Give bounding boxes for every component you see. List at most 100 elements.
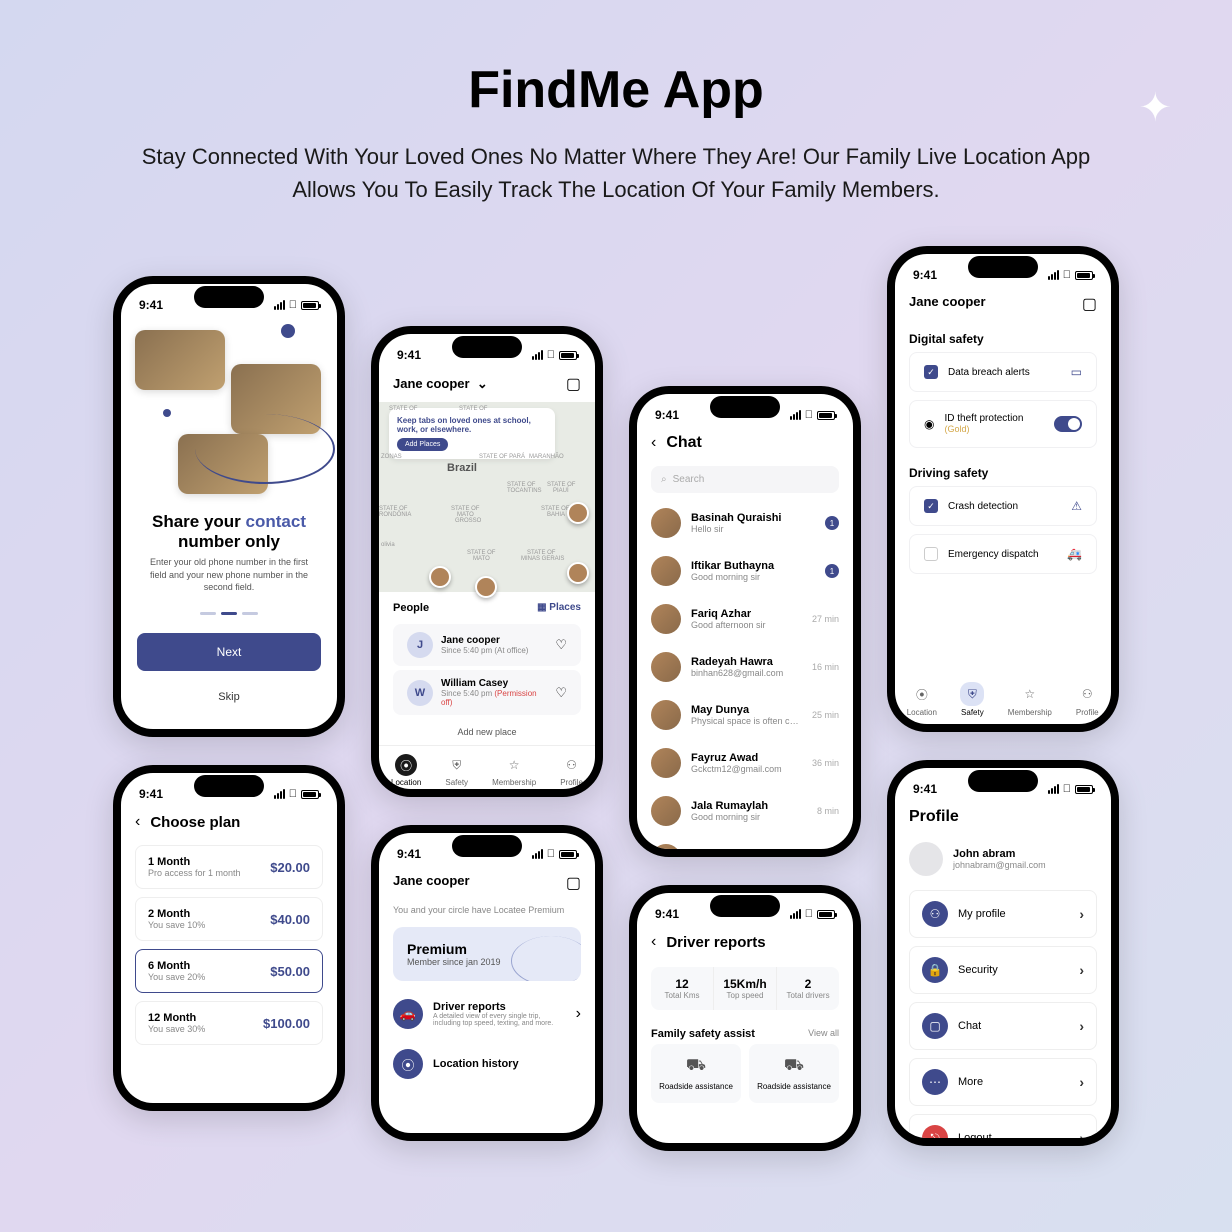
person-row[interactable]: WWilliam CaseySince 5:40 pm (Permission …: [393, 670, 581, 715]
safety-row[interactable]: Emergency dispatch🚑: [909, 534, 1097, 574]
places-tab[interactable]: ▦ Places: [537, 602, 581, 614]
map-tip: Keep tabs on loved ones at school, work,…: [389, 408, 555, 459]
back-icon[interactable]: ‹: [651, 434, 656, 452]
chat-row[interactable]: Jala RumaylahGood morning sir8 min: [637, 787, 853, 835]
favorite-icon[interactable]: ♡: [555, 685, 567, 701]
chat-row[interactable]: Radeyah Hawrabinhan628@gmail.com16 min: [637, 643, 853, 691]
next-button[interactable]: Next: [137, 633, 321, 671]
menu-security[interactable]: 🔒Security›: [909, 946, 1097, 994]
map-pin-avatar[interactable]: [567, 562, 589, 584]
battery-icon: [301, 301, 319, 310]
back-icon[interactable]: ‹: [651, 933, 656, 951]
nav-safety[interactable]: ⛨Safety: [960, 682, 984, 717]
nav-membership[interactable]: ☆Membership: [492, 754, 536, 787]
checkbox-icon[interactable]: ✓: [924, 499, 938, 513]
phone-location: 9:41􀙇 Jane cooper ⌄▢ Keep tabs on loved …: [371, 326, 603, 797]
chat-icon[interactable]: ▢: [566, 374, 581, 394]
person-row[interactable]: JJane cooperSince 5:40 pm (At office)♡: [393, 624, 581, 666]
laptop-icon: ▭: [1071, 365, 1082, 379]
plan-option[interactable]: 2 MonthYou save 10%$40.00: [135, 897, 323, 941]
screen-title: Choose plan: [150, 814, 240, 831]
checkbox-icon[interactable]: [924, 547, 938, 561]
chevron-right-icon: ›: [1079, 1130, 1084, 1138]
safety-row[interactable]: ◉ID theft protection (Gold): [909, 400, 1097, 448]
plan-option[interactable]: 1 MonthPro access for 1 month$20.00: [135, 845, 323, 889]
menu-driver-reports[interactable]: 🚗Driver reportsA detailed view of every …: [379, 989, 595, 1039]
map-pin-avatar[interactable]: [475, 576, 497, 598]
chat-icon[interactable]: ▢: [1082, 294, 1097, 314]
search-icon: ⌕: [661, 474, 667, 485]
tow-icon: ⛟: [659, 1056, 733, 1076]
avatar: [909, 842, 943, 876]
menu-chat[interactable]: ▢Chat›: [909, 1002, 1097, 1050]
pager-dots: [121, 612, 337, 615]
add-places-button[interactable]: Add Places: [397, 438, 448, 451]
hero-photo: [135, 330, 225, 390]
map-pin-avatar[interactable]: [567, 502, 589, 524]
chat-row[interactable]: Layth Khalifah27 min: [637, 835, 853, 849]
user-name: Jane cooper: [393, 873, 470, 893]
checkbox-icon[interactable]: ✓: [924, 365, 938, 379]
nav-location[interactable]: ⦿Location: [391, 754, 421, 787]
toggle[interactable]: [1054, 416, 1082, 432]
nav-membership[interactable]: ☆Membership: [1008, 682, 1052, 717]
fingerprint-icon: ◉: [924, 417, 934, 431]
nav-safety[interactable]: ⛨Safety: [445, 754, 468, 787]
page-subtitle: Stay Connected With Your Loved Ones No M…: [136, 140, 1096, 206]
favorite-icon[interactable]: ♡: [555, 637, 567, 653]
signal-icon: [274, 300, 285, 310]
screen-title: Profile: [895, 800, 1111, 834]
phone-profile: 9:41􀙇 Profile John abramjohnabram@gmail.…: [887, 760, 1119, 1146]
add-place-button[interactable]: Add new place: [379, 719, 595, 745]
map[interactable]: Keep tabs on loved ones at school, work,…: [379, 402, 595, 592]
phone-onboarding: 9:41􀙇 Share your contact number only Ent…: [113, 276, 345, 737]
back-icon[interactable]: ‹: [135, 813, 140, 831]
safety-row[interactable]: ✓Crash detection⚠: [909, 486, 1097, 526]
chevron-right-icon: ›: [1079, 1018, 1084, 1034]
search-input[interactable]: ⌕Search: [651, 466, 839, 493]
user-header: John abramjohnabram@gmail.com: [895, 834, 1111, 890]
chat-icon: ▢: [922, 1013, 948, 1039]
assist-card[interactable]: ⛟Roadside assistance: [651, 1044, 741, 1103]
nav-profile[interactable]: ⚇Profile: [560, 754, 583, 787]
stats-row: 12Total Kms 15Km/hTop speed 2Total drive…: [651, 967, 839, 1010]
user-name[interactable]: Jane cooper ⌄: [393, 376, 488, 392]
menu-logout[interactable]: ⎋Logout›: [909, 1114, 1097, 1138]
nav-location[interactable]: ⦿Location: [907, 682, 937, 717]
phone-driver-reports: 9:41􀙇 ‹Driver reports 12Total Kms 15Km/h…: [629, 885, 861, 1151]
section-title: Driving safety: [895, 456, 1111, 486]
lock-icon: 🔒: [922, 957, 948, 983]
safety-row[interactable]: ✓Data breach alerts▭: [909, 352, 1097, 392]
chat-row[interactable]: Fariq AzharGood afternoon sir27 min: [637, 595, 853, 643]
chat-row[interactable]: Iftikar ButhaynaGood morning sir1: [637, 547, 853, 595]
screen-title: Driver reports: [666, 934, 765, 951]
car-icon: 🚗: [393, 999, 423, 1029]
chat-row[interactable]: May DunyaPhysical space is often con...2…: [637, 691, 853, 739]
sparkle-icon: ✦: [1138, 85, 1172, 131]
plan-option-selected[interactable]: 6 MonthYou save 20%$50.00: [135, 949, 323, 993]
crash-icon: ⚠: [1071, 499, 1082, 513]
section-title: Family safety assist: [651, 1028, 755, 1040]
map-pin-avatar[interactable]: [429, 566, 451, 588]
chat-row[interactable]: Basinah QuraishiHello sir1: [637, 499, 853, 547]
location-icon: ⦿: [393, 1049, 423, 1079]
view-all-link[interactable]: View all: [808, 1028, 839, 1040]
page-title: FindMe App: [40, 60, 1192, 120]
phone-choose-plan: 9:41􀙇 ‹Choose plan 1 MonthPro access for…: [113, 765, 345, 1111]
nav-profile[interactable]: ⚇Profile: [1075, 682, 1099, 717]
chevron-right-icon: ›: [1079, 906, 1084, 922]
chevron-right-icon: ›: [1079, 1074, 1084, 1090]
user-name: Jane cooper: [909, 294, 986, 314]
premium-card: PremiumMember since jan 2019: [393, 927, 581, 981]
screen-title: Chat: [666, 434, 702, 452]
people-tab[interactable]: People: [393, 602, 429, 614]
menu-location-history[interactable]: ⦿Location history: [379, 1039, 595, 1089]
chat-icon[interactable]: ▢: [566, 873, 581, 893]
chat-row[interactable]: Fayruz AwadGckctm12@gmail.com36 min: [637, 739, 853, 787]
plan-option[interactable]: 12 MonthYou save 30%$100.00: [135, 1001, 323, 1045]
menu-my-profile[interactable]: ⚇My profile›: [909, 890, 1097, 938]
assist-card[interactable]: ⛟Roadside assistance: [749, 1044, 839, 1103]
skip-button[interactable]: Skip: [121, 681, 337, 713]
menu-more[interactable]: ⋯More›: [909, 1058, 1097, 1106]
status-time: 9:41: [139, 298, 163, 312]
